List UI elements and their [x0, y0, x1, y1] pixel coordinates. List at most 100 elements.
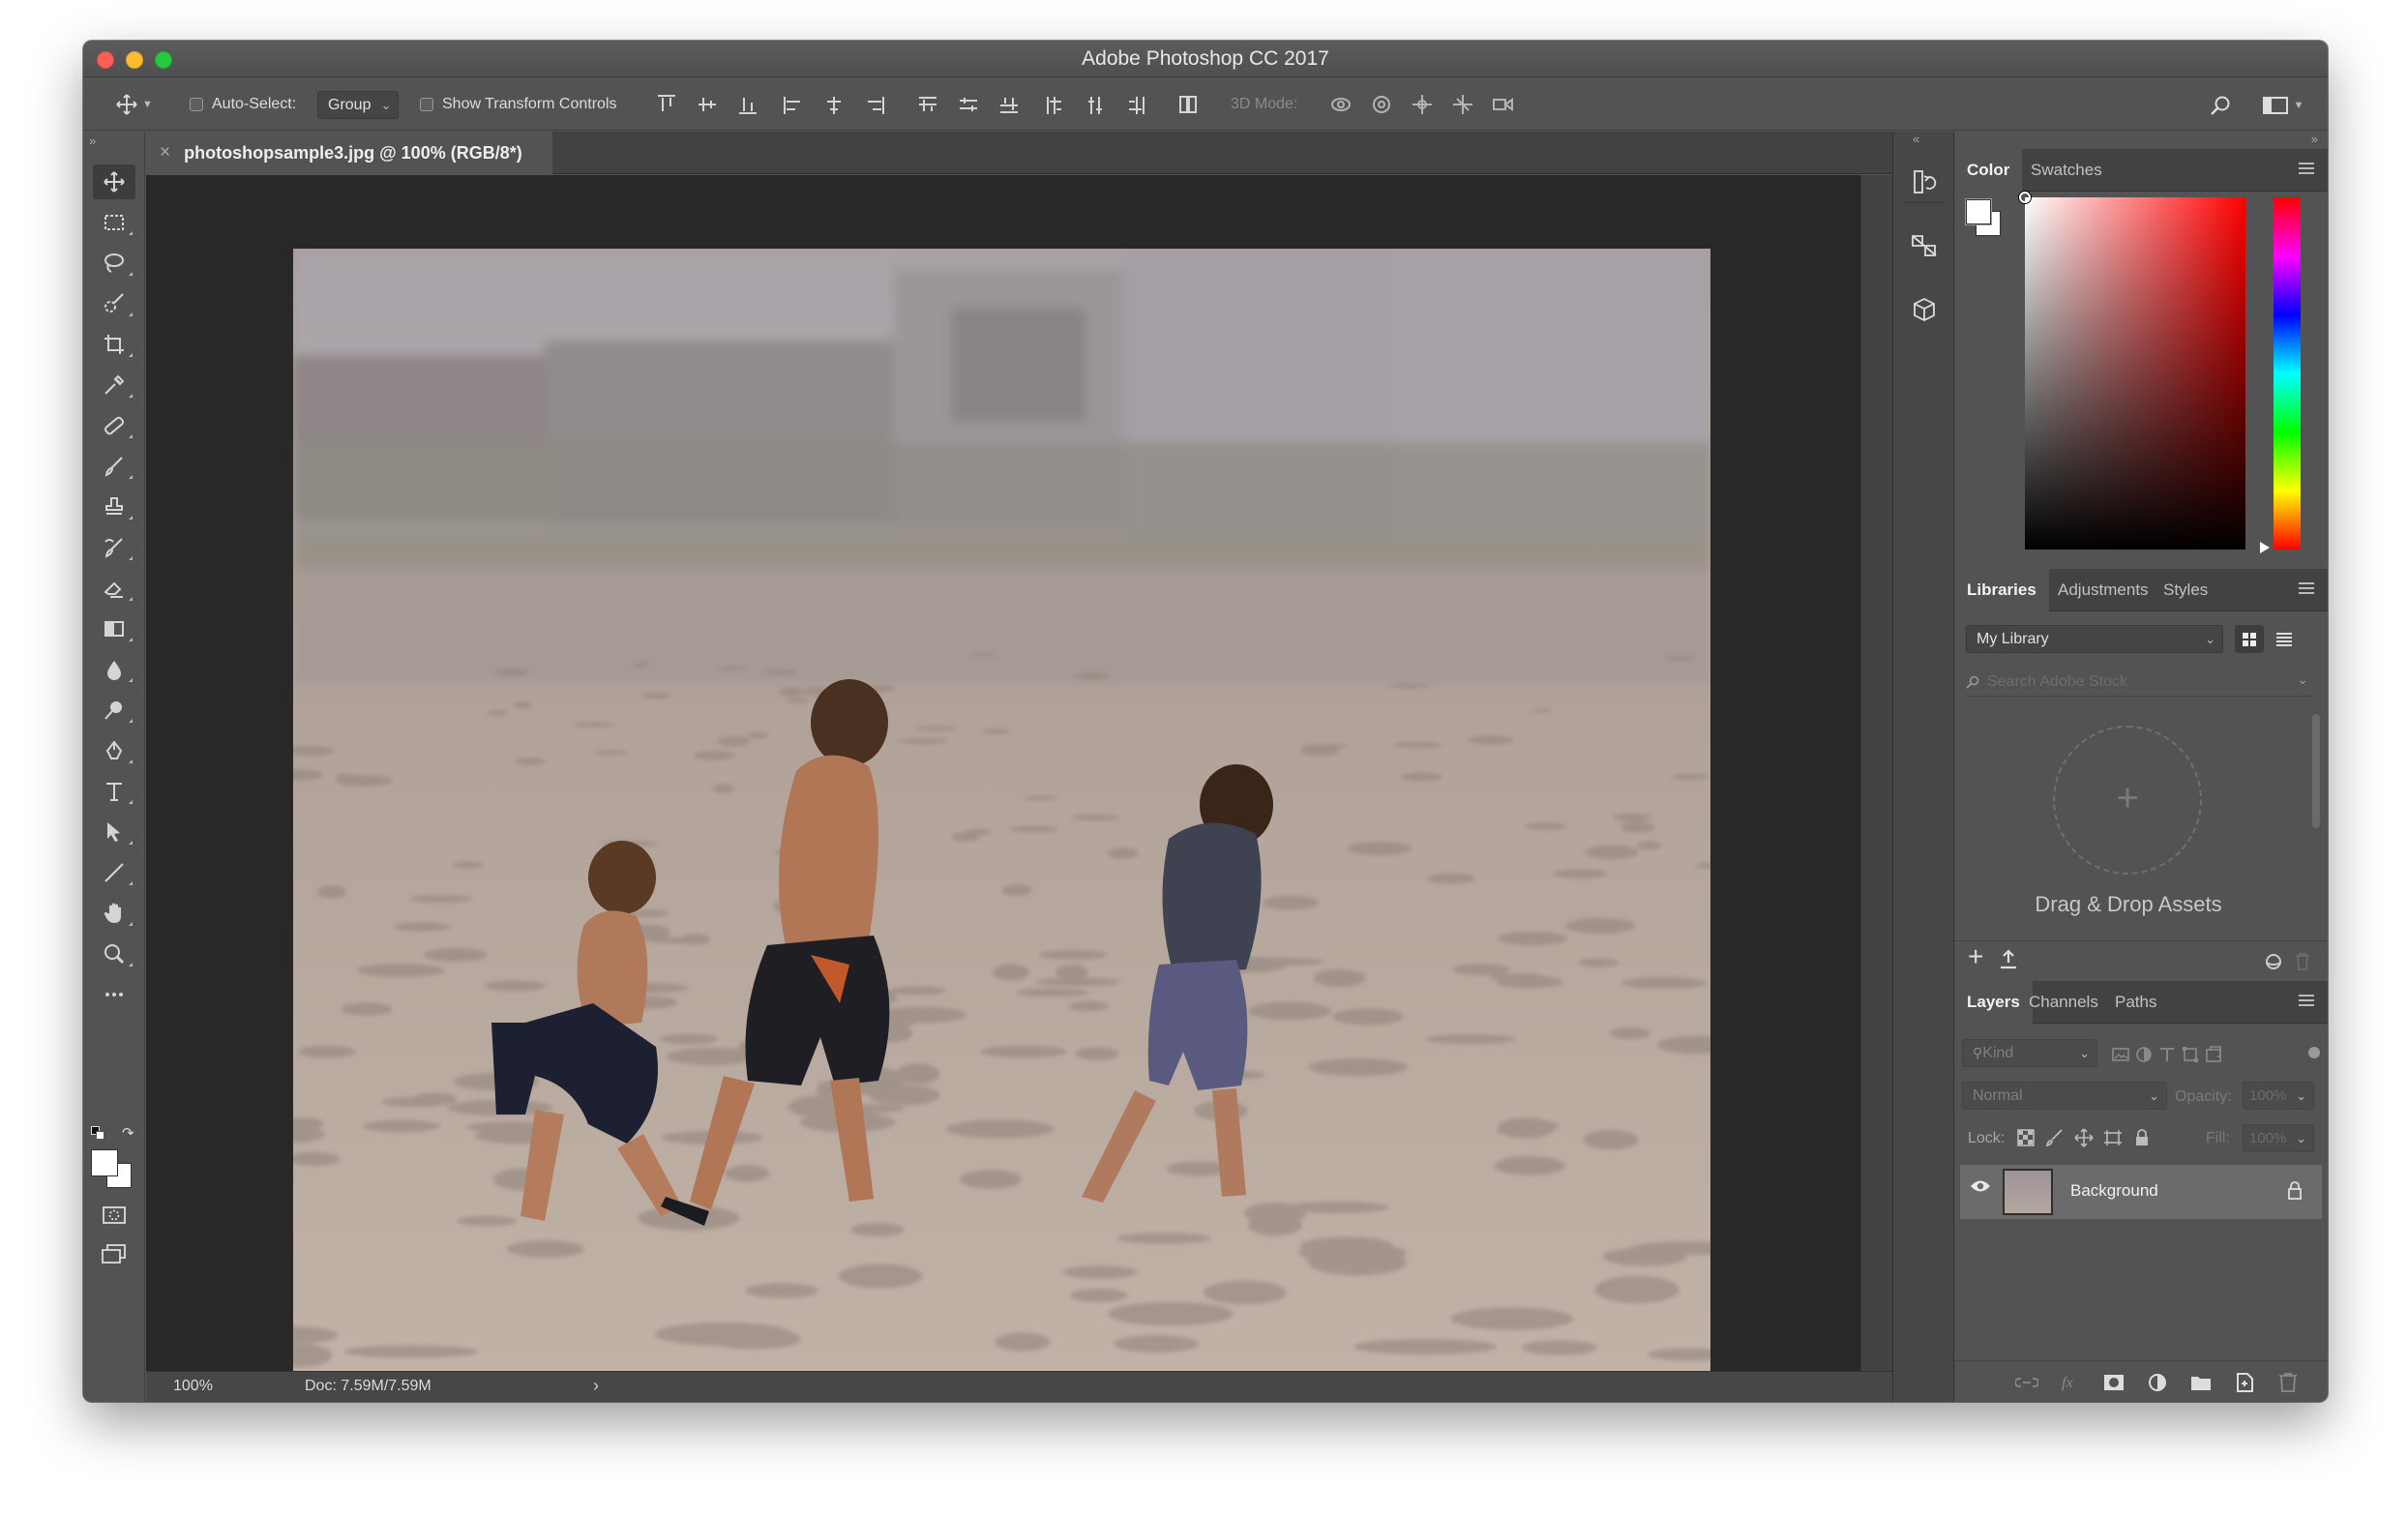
list-view-button[interactable] — [2270, 625, 2299, 653]
canvas-workspace[interactable] — [146, 175, 1860, 1384]
color-saturation-field[interactable] — [2025, 197, 2245, 550]
delete-layer-icon[interactable] — [2274, 1369, 2303, 1396]
auto-select-checkbox[interactable] — [190, 98, 203, 111]
screen-mode-icon[interactable] — [93, 1240, 135, 1267]
status-menu-arrow-icon[interactable]: › — [593, 1376, 599, 1396]
move-icon[interactable] — [93, 164, 135, 199]
library-scrollbar[interactable] — [2312, 714, 2320, 828]
link-layers-icon[interactable] — [2012, 1369, 2041, 1396]
auto-select-dropdown[interactable]: Group ⌄ — [317, 90, 400, 119]
distribute-vertical-centers-icon[interactable] — [952, 91, 983, 118]
tab-styles[interactable]: Styles — [2151, 569, 2220, 611]
align-bottom-edges-icon[interactable] — [731, 91, 762, 118]
document-tab[interactable]: × photoshopsample3.jpg @ 100% (RGB/8*) — [146, 132, 552, 174]
lock-image-pixels-icon[interactable] — [2041, 1124, 2068, 1151]
stock-search-field[interactable]: Search Adobe Stock ⌄ — [1966, 669, 2312, 697]
new-fill-adjustment-layer-icon[interactable] — [2143, 1369, 2172, 1396]
tab-libraries[interactable]: Libraries — [1954, 569, 2049, 611]
add-content-icon[interactable]: + — [1968, 941, 1983, 972]
filter-smart-objects-icon[interactable] — [2202, 1041, 2225, 1068]
tab-channels[interactable]: Channels — [2016, 981, 2111, 1024]
eraser-icon[interactable] — [93, 571, 135, 606]
blend-mode-select[interactable]: Normal ⌄ — [1962, 1082, 2167, 1110]
new-layer-icon[interactable] — [2230, 1369, 2259, 1396]
document-canvas[interactable] — [293, 249, 1710, 1384]
hue-slider[interactable] — [2274, 197, 2301, 550]
tab-color[interactable]: Color — [1954, 149, 2023, 192]
healing-icon[interactable] — [93, 408, 135, 443]
layer-row-background[interactable]: Background — [1960, 1165, 2322, 1219]
chevron-down-icon[interactable]: ⌄ — [2297, 671, 2308, 688]
zoom-level[interactable]: 100% — [173, 1378, 213, 1395]
show-transform-checkbox[interactable] — [420, 98, 433, 111]
dodge-icon[interactable] — [93, 693, 135, 728]
kind-filter-select[interactable]: ⚲Kind ⌄ — [1962, 1039, 2097, 1067]
lasso-icon[interactable] — [93, 246, 135, 281]
color-panel-menu-icon[interactable] — [2299, 163, 2314, 174]
type-icon[interactable] — [93, 774, 135, 809]
history-brush-icon[interactable] — [93, 530, 135, 565]
swap-colors-icon[interactable]: ↷ — [122, 1124, 134, 1142]
align-left-edges-icon[interactable] — [778, 91, 809, 118]
crop-icon[interactable] — [93, 327, 135, 362]
align-horizontal-centers-icon[interactable] — [818, 91, 849, 118]
default-colors-icon[interactable] — [91, 1126, 104, 1140]
slide-3d-camera-icon[interactable] — [1447, 91, 1478, 118]
panel-foreground-color-swatch[interactable] — [1966, 199, 1991, 224]
eye-icon[interactable] — [1970, 1178, 1991, 1199]
properties-panel-icon[interactable] — [1903, 224, 1946, 267]
history-panel-icon[interactable] — [1903, 161, 1946, 203]
layer-name[interactable]: Background — [2070, 1181, 2158, 1201]
lock-transparent-pixels-icon[interactable] — [2012, 1124, 2039, 1151]
auto-align-layers-icon[interactable] — [1173, 91, 1204, 118]
distribute-top-edges-icon[interactable] — [911, 91, 942, 118]
collapse-panels-icon[interactable]: « — [1913, 132, 1919, 146]
add-asset-drop-zone[interactable]: + — [2053, 726, 2202, 875]
quick-select-icon[interactable] — [93, 286, 135, 321]
collapse-right-panels-icon[interactable]: » — [2311, 132, 2318, 146]
marquee-icon[interactable] — [93, 205, 135, 240]
align-vertical-centers-icon[interactable] — [691, 91, 722, 118]
lock-all-icon[interactable] — [2128, 1124, 2155, 1151]
distribute-horizontal-centers-icon[interactable] — [1080, 91, 1111, 118]
layer-style-fx-icon[interactable]: fx — [2056, 1369, 2085, 1396]
blur-icon[interactable] — [93, 652, 135, 687]
pen-icon[interactable] — [93, 733, 135, 768]
pan-3d-camera-icon[interactable] — [1407, 91, 1438, 118]
quick-mask-icon[interactable] — [93, 1202, 135, 1229]
upload-icon[interactable] — [1999, 949, 2018, 970]
filter-type-layers-icon[interactable] — [2155, 1041, 2179, 1068]
distribute-left-edges-icon[interactable] — [1039, 91, 1070, 118]
layers-panel-menu-icon[interactable] — [2299, 995, 2314, 1006]
path-select-icon[interactable] — [93, 815, 135, 849]
gradient-icon[interactable] — [93, 611, 135, 646]
more-tools-icon[interactable] — [93, 977, 135, 1012]
tab-adjustments[interactable]: Adjustments — [2045, 569, 2161, 611]
close-tab-icon[interactable]: × — [160, 142, 170, 164]
eyedropper-icon[interactable] — [93, 368, 135, 402]
filter-pixel-layers-icon[interactable] — [2109, 1041, 2132, 1068]
trash-icon[interactable] — [2295, 953, 2310, 970]
orbit-3d-camera-icon[interactable] — [1325, 91, 1356, 118]
new-group-icon[interactable] — [2186, 1369, 2215, 1396]
distribute-right-edges-icon[interactable] — [1120, 91, 1151, 118]
3d-panel-icon[interactable] — [1903, 288, 1946, 331]
workspace-switcher-button[interactable]: ▼ — [2258, 93, 2308, 118]
minimize-window-button[interactable] — [126, 51, 143, 69]
vertical-scrollbar[interactable] — [1860, 175, 1892, 1371]
search-icon[interactable] — [2208, 93, 2233, 118]
move-tool-preset-button[interactable]: ▼ — [114, 91, 155, 118]
lock-position-icon[interactable] — [2070, 1124, 2097, 1151]
library-select[interactable]: My Library ⌄ — [1966, 625, 2223, 653]
grid-view-button[interactable] — [2235, 625, 2264, 653]
foreground-color-swatch[interactable] — [91, 1149, 118, 1176]
close-window-button[interactable] — [97, 51, 114, 69]
zoom-3d-camera-icon[interactable] — [1488, 91, 1519, 118]
filter-shape-layers-icon[interactable] — [2179, 1041, 2202, 1068]
align-top-edges-icon[interactable] — [650, 91, 681, 118]
tab-paths[interactable]: Paths — [2102, 981, 2169, 1024]
distribute-bottom-edges-icon[interactable] — [993, 91, 1024, 118]
prevent-auto-nesting-icon[interactable] — [2099, 1124, 2126, 1151]
hand-icon[interactable] — [93, 896, 135, 931]
filter-adjustment-layers-icon[interactable] — [2132, 1041, 2155, 1068]
